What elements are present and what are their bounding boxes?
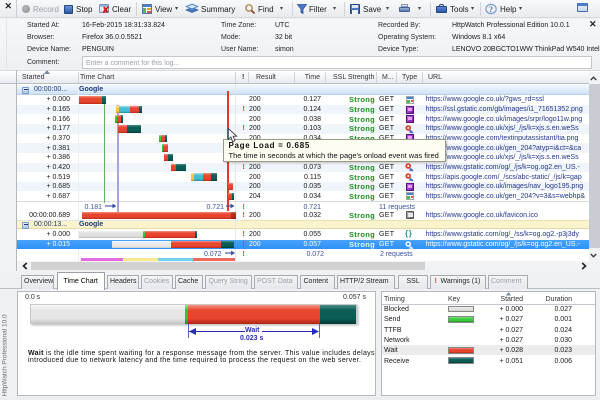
svg-text:?: ? (489, 5, 493, 14)
